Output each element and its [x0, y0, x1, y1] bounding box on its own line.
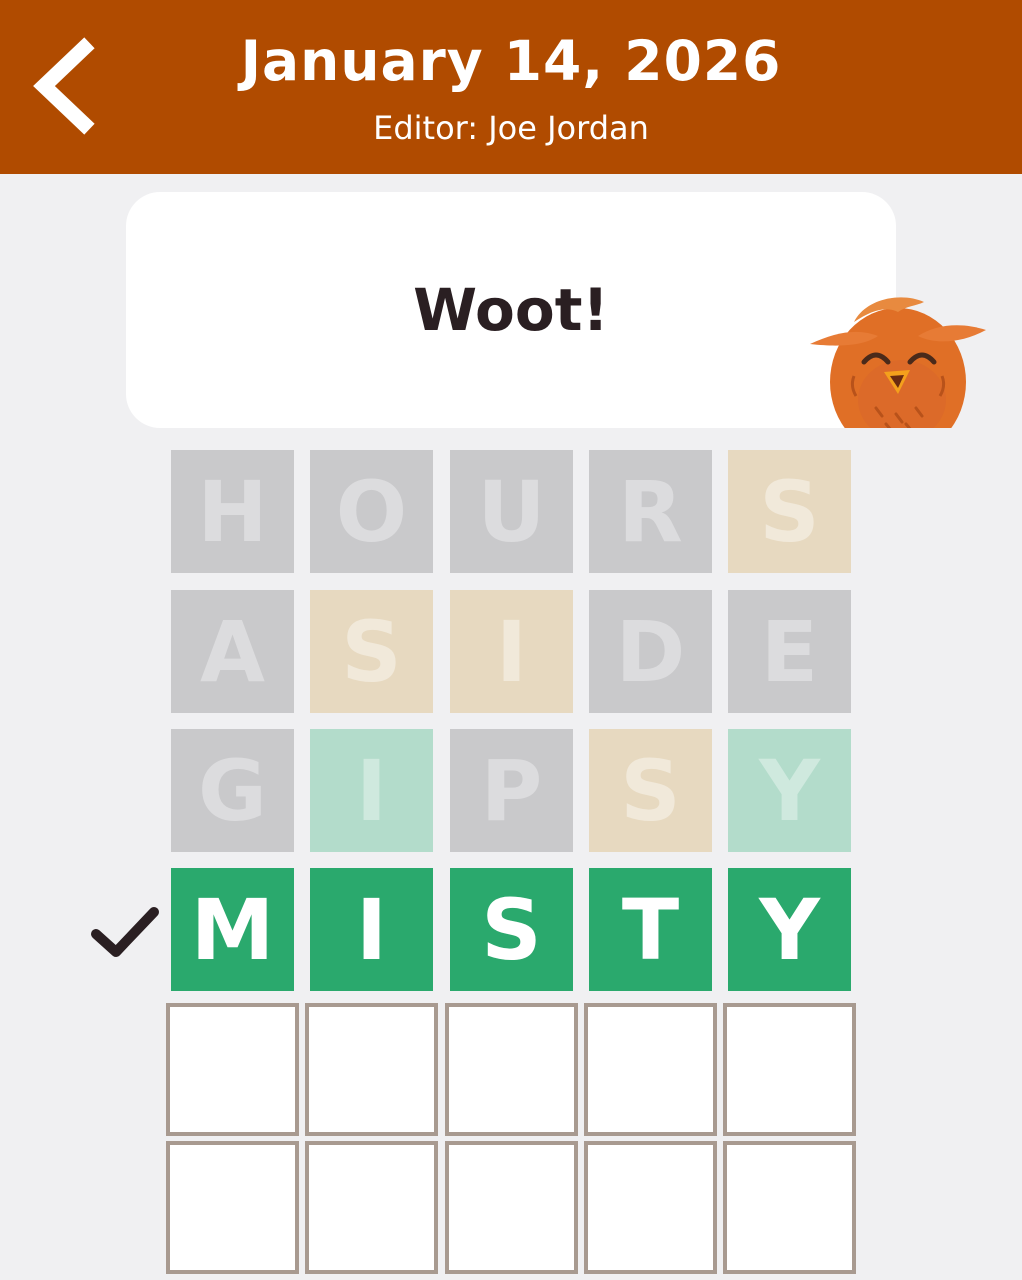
- header-bar: January 14, 2026 Editor: Joe Jordan: [0, 0, 1022, 174]
- letter-tile: S: [450, 868, 573, 991]
- letter-tile: I: [310, 868, 433, 991]
- letter-tile: S: [728, 450, 851, 573]
- empty-tile: [723, 1141, 856, 1274]
- empty-tile: [445, 1141, 578, 1274]
- letter-tile: I: [450, 590, 573, 713]
- empty-tile: [584, 1003, 717, 1136]
- letter-tile: Y: [728, 729, 851, 852]
- letter-tile: O: [310, 450, 433, 573]
- empty-tile: [166, 1003, 299, 1136]
- empty-tile: [723, 1003, 856, 1136]
- letter-tile: T: [589, 868, 712, 991]
- letter-tile: G: [171, 729, 294, 852]
- letter-tile: P: [450, 729, 573, 852]
- letter-tile: D: [589, 590, 712, 713]
- empty-tile: [584, 1141, 717, 1274]
- letter-tile: S: [310, 590, 433, 713]
- letter-tile: E: [728, 590, 851, 713]
- letter-tile: A: [171, 590, 294, 713]
- letter-tile: I: [310, 729, 433, 852]
- empty-tile: [305, 1141, 438, 1274]
- editor-subtitle: Editor: Joe Jordan: [373, 109, 649, 147]
- page-title: January 14, 2026: [240, 29, 782, 93]
- letter-tile: R: [589, 450, 712, 573]
- letter-tile: S: [589, 729, 712, 852]
- empty-tile: [305, 1003, 438, 1136]
- message-card: Woot!: [126, 192, 896, 428]
- empty-tile: [445, 1003, 578, 1136]
- letter-tile: M: [171, 868, 294, 991]
- letter-tile: H: [171, 450, 294, 573]
- letter-tile: U: [450, 450, 573, 573]
- empty-tile: [166, 1141, 299, 1274]
- owl-mascot-icon: [806, 292, 988, 428]
- checkmark-icon: [91, 907, 159, 957]
- message-text: Woot!: [413, 276, 609, 344]
- letter-tile: Y: [728, 868, 851, 991]
